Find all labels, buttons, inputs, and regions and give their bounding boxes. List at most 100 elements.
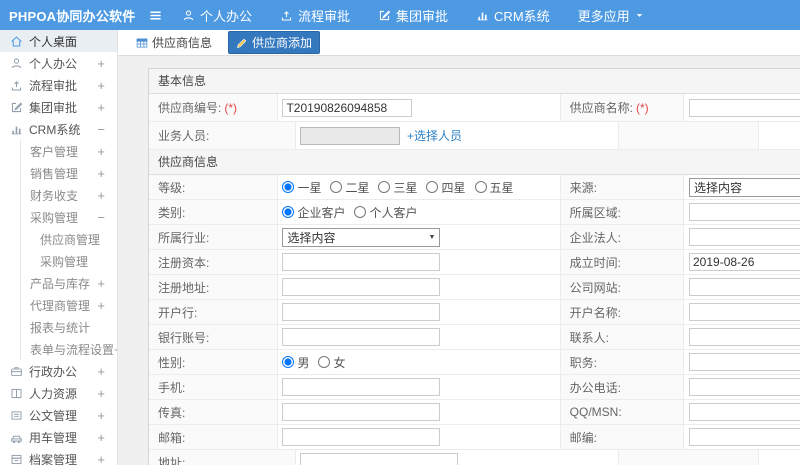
expand-toggle[interactable]: + bbox=[97, 167, 105, 180]
tab-supplier-info[interactable]: 供应商信息 bbox=[130, 32, 218, 53]
radio-option[interactable]: 企业客户 bbox=[282, 204, 345, 221]
address-input[interactable] bbox=[300, 453, 458, 465]
topnav-item[interactable]: 集团审批 bbox=[378, 6, 448, 25]
company-website-input[interactable] bbox=[689, 278, 800, 296]
sidebar-item[interactable]: 供应商管理 bbox=[20, 228, 117, 250]
sidebar-item-label: 采购管理 bbox=[40, 254, 89, 269]
expand-toggle[interactable]: + bbox=[97, 57, 105, 70]
field-label-text: QQ/MSN: bbox=[569, 405, 622, 419]
radio-option[interactable]: 四星 bbox=[426, 179, 466, 196]
expand-toggle[interactable]: + bbox=[97, 145, 105, 158]
radio-input[interactable] bbox=[354, 206, 367, 218]
select-person-link[interactable]: +选择人员 bbox=[407, 127, 462, 144]
expand-toggle[interactable]: + bbox=[97, 409, 105, 422]
radio-option[interactable]: 二星 bbox=[330, 179, 369, 196]
sidebar-item[interactable]: 用车管理 + bbox=[0, 426, 117, 448]
job-title-input[interactable] bbox=[689, 353, 800, 371]
zip-code-input[interactable] bbox=[689, 428, 800, 446]
radio-option[interactable]: 女 bbox=[318, 354, 345, 371]
sidebar-item-label: 流程审批 bbox=[29, 78, 78, 93]
radio-option[interactable]: 男 bbox=[282, 354, 309, 371]
topnav-item[interactable]: 流程审批 bbox=[280, 6, 350, 25]
sidebar-item[interactable]: 流程审批 + bbox=[0, 74, 117, 96]
radio-option[interactable]: 五星 bbox=[474, 179, 514, 196]
radio-input[interactable] bbox=[330, 181, 343, 193]
sidebar-item[interactable]: CRM系统 − bbox=[0, 118, 117, 140]
radio-option[interactable]: 一星 bbox=[282, 179, 321, 196]
select-value: 选择内容 bbox=[287, 230, 336, 245]
sidebar-item[interactable]: 个人办公 + bbox=[0, 52, 117, 74]
topnav-item[interactable]: 更多应用 bbox=[578, 6, 644, 25]
bank-account-input[interactable] bbox=[282, 328, 441, 346]
expand-toggle[interactable]: + bbox=[97, 189, 105, 202]
founded-date-input[interactable] bbox=[689, 253, 800, 271]
sidebar-item-label: 表单与流程设置 bbox=[30, 342, 115, 357]
registered-capital-input[interactable] bbox=[282, 253, 441, 271]
radio-input[interactable] bbox=[426, 181, 439, 193]
radio-option[interactable]: 三星 bbox=[378, 179, 417, 196]
sidebar-item[interactable]: 代理商管理 + bbox=[20, 294, 117, 316]
sidebar-item[interactable]: 档案管理 + bbox=[0, 448, 117, 465]
registered-address-input[interactable] bbox=[282, 278, 441, 296]
sidebar-item[interactable]: 采购管理 bbox=[20, 250, 117, 272]
expand-toggle[interactable]: + bbox=[97, 453, 105, 465]
sidebar-item[interactable]: 集团审批 + bbox=[0, 96, 117, 118]
fax-input[interactable] bbox=[282, 403, 441, 421]
email-input[interactable] bbox=[282, 428, 441, 446]
sidebar-item[interactable]: 表单与流程设置+ bbox=[20, 338, 117, 360]
expand-toggle[interactable]: − bbox=[97, 123, 105, 136]
sidebar-item[interactable]: 个人桌面 bbox=[0, 30, 117, 52]
expand-toggle[interactable]: + bbox=[97, 277, 105, 290]
radio-input[interactable] bbox=[474, 181, 487, 193]
supplier-name-input[interactable] bbox=[689, 98, 800, 117]
sidebar-item[interactable]: 公文管理 + bbox=[0, 404, 117, 426]
radio-input[interactable] bbox=[318, 356, 331, 368]
office-phone-input[interactable] bbox=[689, 378, 800, 396]
field-label: 等级: bbox=[149, 175, 279, 199]
topnav-item[interactable]: CRM系统 bbox=[476, 6, 550, 25]
field-label: 职务: bbox=[560, 350, 684, 374]
topnav-label: 流程审批 bbox=[298, 8, 351, 24]
radio-input[interactable] bbox=[282, 206, 295, 218]
source-select[interactable]: 选择内容▼ bbox=[689, 177, 800, 197]
radio-input[interactable] bbox=[282, 181, 295, 193]
qq-msn-input[interactable] bbox=[689, 403, 800, 421]
expand-toggle[interactable]: + bbox=[97, 431, 105, 444]
field-label: 成立时间: bbox=[560, 250, 684, 274]
sidebar-item[interactable]: 人力资源 + bbox=[0, 382, 117, 404]
expand-toggle[interactable]: + bbox=[97, 101, 105, 114]
sidebar-item[interactable]: 销售管理 + bbox=[20, 162, 117, 184]
sidebar-item[interactable]: 财务收支 + bbox=[20, 184, 117, 206]
account-name-input[interactable] bbox=[689, 303, 800, 321]
contact-person-input[interactable] bbox=[689, 328, 800, 346]
expand-toggle[interactable]: + bbox=[97, 387, 105, 400]
expand-toggle[interactable]: + bbox=[97, 79, 105, 92]
radio-input[interactable] bbox=[282, 356, 295, 368]
sidebar-item[interactable]: 采购管理 − bbox=[20, 206, 117, 228]
radio-input[interactable] bbox=[378, 181, 391, 193]
supplier-code-input[interactable] bbox=[282, 98, 413, 117]
field-label-text: 来源: bbox=[569, 180, 598, 195]
field-control bbox=[684, 325, 800, 349]
region-input[interactable] bbox=[689, 203, 800, 221]
sidebar-item[interactable]: 行政办公 + bbox=[0, 360, 117, 382]
expand-toggle[interactable]: + bbox=[97, 365, 105, 378]
sidebar-item[interactable]: 报表与统计 bbox=[20, 316, 117, 338]
legal-person-input[interactable] bbox=[689, 228, 800, 246]
sidebar-item[interactable]: 产品与库存 + bbox=[20, 272, 117, 294]
radio-option[interactable]: 个人客户 bbox=[354, 204, 417, 221]
field-control: 选择内容▼ bbox=[684, 175, 800, 199]
field-label-text: 业务人员: bbox=[158, 129, 210, 143]
sidebar-item[interactable]: 客户管理 + bbox=[20, 140, 117, 162]
menu-icon[interactable] bbox=[140, 8, 170, 23]
mobile-input[interactable] bbox=[282, 378, 441, 396]
expand-toggle[interactable]: + bbox=[97, 299, 105, 312]
industry-select[interactable]: 选择内容 ▼ bbox=[282, 227, 441, 247]
tab-supplier-add[interactable]: 供应商添加 bbox=[228, 31, 321, 54]
expand-toggle[interactable]: − bbox=[97, 211, 105, 224]
field-label: 所属区域: bbox=[560, 200, 684, 224]
field-label: 企业法人: bbox=[560, 225, 684, 249]
bank-branch-input[interactable] bbox=[282, 303, 441, 321]
topnav-item[interactable]: 个人办公 bbox=[182, 6, 252, 25]
business-person-input[interactable] bbox=[300, 126, 400, 145]
